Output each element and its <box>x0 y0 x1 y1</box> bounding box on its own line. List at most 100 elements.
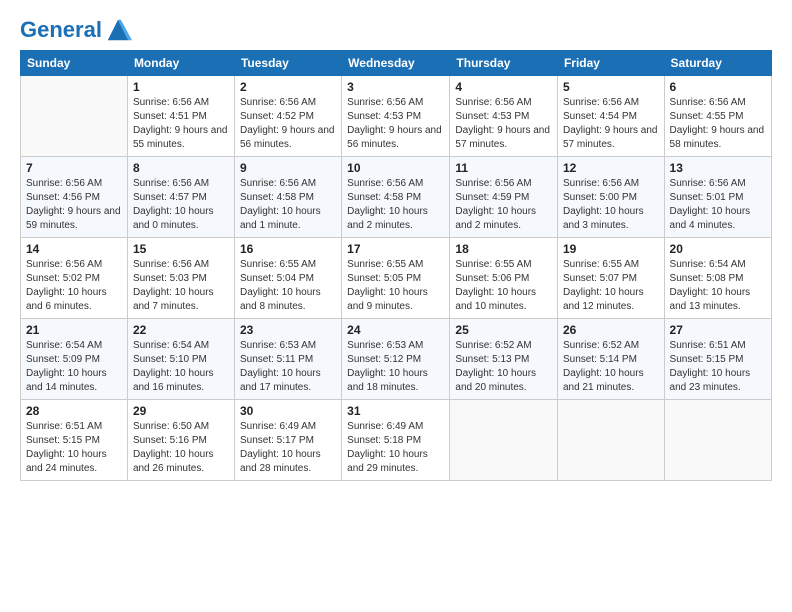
day-info: Sunrise: 6:51 AMSunset: 5:15 PMDaylight:… <box>670 339 766 395</box>
day-number: 20 <box>670 242 766 256</box>
calendar-cell: 12Sunrise: 6:56 AMSunset: 5:00 PMDayligh… <box>557 157 664 238</box>
calendar-week-row: 1 Sunrise: 6:56 AMSunset: 4:51 PMDaylight… <box>21 76 772 157</box>
day-info: Sunrise: 6:56 AMSunset: 4:52 PMDaylight:… <box>240 96 336 152</box>
calendar-cell: 19 Sunrise: 6:55 AMSunset: 5:07 PMDayligh… <box>557 238 664 319</box>
day-number: 18 <box>455 242 552 256</box>
day-info: Sunrise: 6:55 AMSunset: 5:06 PMDaylight:… <box>455 258 552 314</box>
calendar-cell: 30 Sunrise: 6:49 AMSunset: 5:17 PMDayligh… <box>234 400 341 481</box>
day-number: 14 <box>26 242 122 256</box>
day-info: Sunrise: 6:53 AMSunset: 5:11 PMDaylight:… <box>240 339 336 395</box>
day-number: 31 <box>347 404 444 418</box>
day-info: Sunrise: 6:55 AMSunset: 5:07 PMDaylight:… <box>563 258 659 314</box>
day-number: 28 <box>26 404 122 418</box>
calendar-cell: 25 Sunrise: 6:52 AMSunset: 5:13 PMDayligh… <box>450 319 558 400</box>
calendar-week-row: 14 Sunrise: 6:56 AMSunset: 5:02 PMDayligh… <box>21 238 772 319</box>
day-number: 15 <box>133 242 229 256</box>
calendar-week-row: 21 Sunrise: 6:54 AMSunset: 5:09 PMDayligh… <box>21 319 772 400</box>
day-number: 4 <box>455 80 552 94</box>
day-info: Sunrise: 6:56 AMSunset: 4:51 PMDaylight:… <box>133 96 229 152</box>
day-header-saturday: Saturday <box>664 51 771 76</box>
day-number: 24 <box>347 323 444 337</box>
day-number: 9 <box>240 161 336 175</box>
calendar-cell: 17 Sunrise: 6:55 AMSunset: 5:05 PMDayligh… <box>342 238 450 319</box>
calendar-cell: 9 Sunrise: 6:56 AMSunset: 4:58 PMDaylight… <box>234 157 341 238</box>
day-info: Sunrise: 6:56 AMSunset: 5:01 PMDaylight:… <box>670 177 766 233</box>
calendar-cell: 27 Sunrise: 6:51 AMSunset: 5:15 PMDayligh… <box>664 319 771 400</box>
day-number: 8 <box>133 161 229 175</box>
calendar-cell: 4 Sunrise: 6:56 AMSunset: 4:53 PMDaylight… <box>450 76 558 157</box>
calendar-page: General SundayMondayTuesdayWednesdayThur… <box>0 0 792 612</box>
calendar-cell: 5Sunrise: 6:56 AMSunset: 4:54 PMDaylight… <box>557 76 664 157</box>
day-info: Sunrise: 6:56 AMSunset: 5:03 PMDaylight:… <box>133 258 229 314</box>
calendar-cell <box>557 400 664 481</box>
calendar-cell <box>21 76 128 157</box>
day-header-wednesday: Wednesday <box>342 51 450 76</box>
day-number: 13 <box>670 161 766 175</box>
day-header-sunday: Sunday <box>21 51 128 76</box>
day-info: Sunrise: 6:52 AMSunset: 5:13 PMDaylight:… <box>455 339 552 395</box>
day-info: Sunrise: 6:53 AMSunset: 5:12 PMDaylight:… <box>347 339 444 395</box>
day-number: 29 <box>133 404 229 418</box>
day-info: Sunrise: 6:56 AMSunset: 4:55 PMDaylight:… <box>670 96 766 152</box>
day-number: 1 <box>133 80 229 94</box>
day-info: Sunrise: 6:56 AMSunset: 5:02 PMDaylight:… <box>26 258 122 314</box>
calendar-cell <box>664 400 771 481</box>
calendar-cell: 10 Sunrise: 6:56 AMSunset: 4:58 PMDayligh… <box>342 157 450 238</box>
calendar-cell: 20 Sunrise: 6:54 AMSunset: 5:08 PMDayligh… <box>664 238 771 319</box>
calendar-cell: 15 Sunrise: 6:56 AMSunset: 5:03 PMDayligh… <box>127 238 234 319</box>
calendar-cell: 3 Sunrise: 6:56 AMSunset: 4:53 PMDaylight… <box>342 76 450 157</box>
day-number: 7 <box>26 161 122 175</box>
day-number: 22 <box>133 323 229 337</box>
calendar-cell: 7Sunrise: 6:56 AMSunset: 4:56 PMDaylight… <box>21 157 128 238</box>
calendar-cell: 28 Sunrise: 6:51 AMSunset: 5:15 PMDayligh… <box>21 400 128 481</box>
calendar-cell: 11Sunrise: 6:56 AMSunset: 4:59 PMDayligh… <box>450 157 558 238</box>
day-number: 2 <box>240 80 336 94</box>
day-header-tuesday: Tuesday <box>234 51 341 76</box>
day-number: 11 <box>455 161 552 175</box>
day-info: Sunrise: 6:55 AMSunset: 5:04 PMDaylight:… <box>240 258 336 314</box>
day-number: 10 <box>347 161 444 175</box>
calendar-cell: 23 Sunrise: 6:53 AMSunset: 5:11 PMDayligh… <box>234 319 341 400</box>
logo-text: General <box>20 18 102 42</box>
calendar-header-row: SundayMondayTuesdayWednesdayThursdayFrid… <box>21 51 772 76</box>
day-info: Sunrise: 6:52 AMSunset: 5:14 PMDaylight:… <box>563 339 659 395</box>
day-header-friday: Friday <box>557 51 664 76</box>
day-info: Sunrise: 6:56 AMSunset: 4:53 PMDaylight:… <box>347 96 444 152</box>
day-info: Sunrise: 6:56 AMSunset: 4:54 PMDaylight:… <box>563 96 659 152</box>
day-number: 21 <box>26 323 122 337</box>
day-number: 17 <box>347 242 444 256</box>
day-number: 6 <box>670 80 766 94</box>
day-info: Sunrise: 6:56 AMSunset: 5:00 PMDaylight:… <box>563 177 659 233</box>
day-number: 27 <box>670 323 766 337</box>
logo-icon <box>104 16 132 44</box>
day-info: Sunrise: 6:56 AMSunset: 4:53 PMDaylight:… <box>455 96 552 152</box>
calendar-week-row: 7Sunrise: 6:56 AMSunset: 4:56 PMDaylight… <box>21 157 772 238</box>
day-info: Sunrise: 6:54 AMSunset: 5:09 PMDaylight:… <box>26 339 122 395</box>
day-number: 19 <box>563 242 659 256</box>
day-number: 30 <box>240 404 336 418</box>
day-info: Sunrise: 6:54 AMSunset: 5:08 PMDaylight:… <box>670 258 766 314</box>
header: General <box>20 16 772 40</box>
day-number: 23 <box>240 323 336 337</box>
calendar-cell: 18 Sunrise: 6:55 AMSunset: 5:06 PMDayligh… <box>450 238 558 319</box>
day-info: Sunrise: 6:56 AMSunset: 4:57 PMDaylight:… <box>133 177 229 233</box>
calendar-cell: 29Sunrise: 6:50 AMSunset: 5:16 PMDayligh… <box>127 400 234 481</box>
calendar-cell: 2 Sunrise: 6:56 AMSunset: 4:52 PMDaylight… <box>234 76 341 157</box>
day-header-thursday: Thursday <box>450 51 558 76</box>
calendar-cell: 6 Sunrise: 6:56 AMSunset: 4:55 PMDaylight… <box>664 76 771 157</box>
day-number: 26 <box>563 323 659 337</box>
logo: General <box>20 16 132 40</box>
calendar-cell: 31 Sunrise: 6:49 AMSunset: 5:18 PMDayligh… <box>342 400 450 481</box>
day-number: 25 <box>455 323 552 337</box>
calendar-week-row: 28 Sunrise: 6:51 AMSunset: 5:15 PMDayligh… <box>21 400 772 481</box>
day-info: Sunrise: 6:51 AMSunset: 5:15 PMDaylight:… <box>26 420 122 476</box>
day-info: Sunrise: 6:55 AMSunset: 5:05 PMDaylight:… <box>347 258 444 314</box>
day-header-monday: Monday <box>127 51 234 76</box>
day-info: Sunrise: 6:56 AMSunset: 4:58 PMDaylight:… <box>347 177 444 233</box>
day-number: 3 <box>347 80 444 94</box>
day-info: Sunrise: 6:49 AMSunset: 5:17 PMDaylight:… <box>240 420 336 476</box>
day-info: Sunrise: 6:49 AMSunset: 5:18 PMDaylight:… <box>347 420 444 476</box>
calendar-cell: 24 Sunrise: 6:53 AMSunset: 5:12 PMDayligh… <box>342 319 450 400</box>
day-info: Sunrise: 6:56 AMSunset: 4:58 PMDaylight:… <box>240 177 336 233</box>
calendar-cell: 1 Sunrise: 6:56 AMSunset: 4:51 PMDaylight… <box>127 76 234 157</box>
